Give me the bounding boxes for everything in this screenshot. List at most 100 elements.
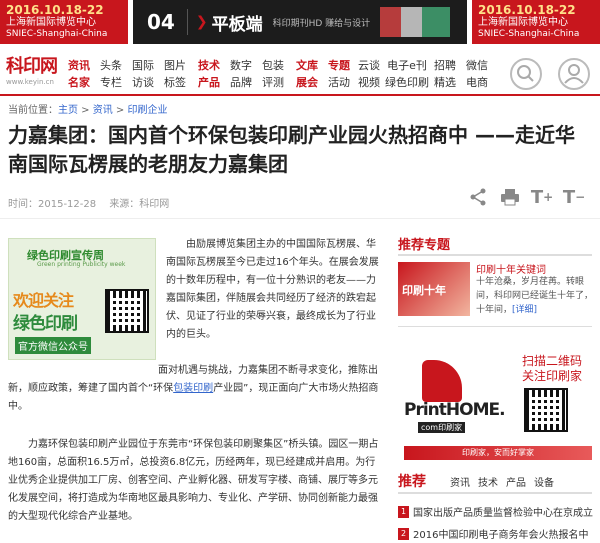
article-paragraph-3: 力嘉环保包装印刷产业园位于东莞市“环保包装印刷聚集区”桥头镇。园区一期占地160… [8, 439, 379, 522]
topic-header-label: 推荐专题 [398, 238, 451, 253]
printhome-slogan: 印刷家，安而好掌家 [404, 446, 592, 460]
nav-item[interactable]: 专题 [322, 57, 356, 74]
tablet-ad[interactable]: 04 ❯ 平板端 科印期刊HD 赚给与设计 [133, 0, 467, 44]
divider [398, 326, 592, 327]
printhome-brand: PrintHOME. [404, 400, 506, 420]
ad-number: 04 [133, 9, 188, 35]
ad-line2: 绿色印刷 [13, 314, 78, 334]
nav-item[interactable]: 评测 [256, 74, 290, 91]
list-item[interactable]: 1 国家出版产品质量监督检验中心在京成立 [398, 504, 596, 519]
nav-col-6: 数字 品牌 [224, 57, 258, 91]
nav-item[interactable]: 活动 [322, 74, 356, 91]
arrow-icon: ❯ [195, 14, 208, 30]
nav-item[interactable]: 品牌 [224, 74, 258, 91]
nav-item[interactable]: 招聘 [428, 57, 462, 74]
nav-item[interactable]: 头条 [94, 57, 128, 74]
print-icon[interactable] [494, 186, 526, 208]
nav-item[interactable]: 电子e刊 [382, 57, 432, 74]
nav-item[interactable]: 产品 [192, 74, 226, 91]
tab-tech[interactable]: 技术 [478, 474, 498, 489]
article-time: 时间：2015-12-28 [8, 199, 97, 210]
nav-item[interactable]: 包装 [256, 57, 290, 74]
nav-item[interactable]: 展会 [290, 74, 324, 91]
nav-col-3: 国际 访谈 [126, 57, 160, 91]
topic-title[interactable]: 印刷十年关键词 [476, 261, 546, 276]
divider [0, 218, 600, 219]
nav-item[interactable]: 电商 [460, 74, 494, 91]
nav-item[interactable]: 精选 [428, 74, 462, 91]
green-print-ad[interactable]: 绿色印刷宣传周 Green printing Publicity week 欢迎… [8, 238, 156, 360]
packaging-printing-link[interactable]: 包装印刷 [173, 383, 213, 394]
expo-place: SNIEC-Shanghai-China [6, 29, 108, 39]
logo-url: www.keyin.cn [6, 78, 54, 86]
expo-date: 2016.10.18-22 [6, 3, 104, 17]
nav-item[interactable]: 视频 [352, 74, 386, 91]
rank-badge: 2 [398, 527, 409, 540]
nav-item[interactable]: 专栏 [94, 74, 128, 91]
nav-item[interactable]: 绿色印刷 [382, 74, 432, 91]
nav-col-5: 技术 产品 [192, 57, 226, 91]
ad-thumbnails [380, 7, 451, 37]
nav-item[interactable]: 国际 [126, 57, 160, 74]
list-item[interactable]: 2 2016中国印刷电子商务年会火热报名中 [398, 526, 596, 541]
breadcrumb-home[interactable]: 主页 [58, 105, 78, 116]
site-logo[interactable]: 科印网 www.keyin.cn [6, 56, 62, 87]
topic-image[interactable]: 印刷十年 [398, 262, 470, 316]
nav-col-4: 图片 标签 [158, 57, 192, 91]
expo-place: SNIEC-Shanghai-China [478, 29, 580, 39]
tab-product[interactable]: 产品 [506, 474, 526, 489]
article-paragraph-1: 由励展博览集团主办的中国国际瓦楞展、华南国际瓦楞展至今已走过16个年头。在展会发… [166, 239, 379, 340]
recommend-tabs: 推荐 资讯 技术 产品 设备 [398, 470, 592, 494]
nav-col-2: 头条 专栏 [94, 57, 128, 91]
article-source: 来源：科印网 [109, 199, 170, 210]
ad-line1: 欢迎关注 [13, 291, 74, 310]
font-decrease-icon[interactable]: T − [558, 186, 590, 208]
user-icon[interactable] [558, 58, 590, 90]
article-meta: 时间：2015-12-28 来源：科印网 [8, 195, 169, 210]
printhome-logo[interactable]: PrintHOME. com印刷家 [404, 360, 512, 442]
recommend-header: 推荐 [398, 474, 426, 490]
ad-line3: 官方微信公众号 [15, 337, 91, 354]
expo-ad-right[interactable]: 2016.10.18-22 上海新国际博览中心 SNIEC-Shanghai-C… [472, 0, 600, 44]
nav-col-13: 微信 电商 [460, 57, 494, 91]
printhome-com: com印刷家 [418, 422, 466, 433]
breadcrumb-sep: > [78, 105, 93, 116]
expo-ad-left[interactable]: 2016.10.18-22 上海新国际博览中心 SNIEC-Shanghai-C… [0, 0, 128, 44]
topic-more-link[interactable]: [详细] [512, 305, 537, 315]
nav-item[interactable]: 数字 [224, 57, 258, 74]
topic-header: 推荐专题 [398, 234, 592, 256]
nav-col-12: 招聘 精选 [428, 57, 462, 91]
expo-date: 2016.10.18-22 [478, 3, 576, 17]
nav-item[interactable]: 微信 [460, 57, 494, 74]
article-tools: T + T − [462, 186, 590, 208]
nav-col-11: 电子e刊 绿色印刷 [382, 57, 432, 91]
topic-summary: 十年沧桑，岁月荏苒。转眼间，科印网已经诞生十年了，十年间，[详细] [476, 275, 594, 317]
nav-item[interactable]: 访谈 [126, 74, 160, 91]
tab-equipment[interactable]: 设备 [534, 474, 554, 489]
scan-prompt: 扫描二维码 关注印刷家 [522, 354, 582, 384]
search-icon[interactable] [510, 58, 542, 90]
nav-item[interactable]: 图片 [158, 57, 192, 74]
nav-item[interactable]: 名家 [62, 74, 96, 91]
tab-news[interactable]: 资讯 [450, 474, 470, 489]
nav-item[interactable]: 标签 [158, 74, 192, 91]
breadcrumb-news[interactable]: 资讯 [93, 105, 113, 116]
breadcrumb-category[interactable]: 印刷企业 [128, 105, 168, 116]
expo-title: 上海新国际博览中心 [478, 17, 568, 28]
article-title: 力嘉集团：国内首个环保包装印刷产业园火热招商中 ——走近华南国际瓦楞展的老朋友力… [8, 123, 575, 176]
nav-item[interactable]: 资讯 [62, 57, 96, 74]
printhome-mark [422, 360, 462, 402]
breadcrumb-sep: > [112, 105, 128, 116]
share-icon[interactable] [462, 186, 494, 208]
nav-item[interactable]: 技术 [192, 57, 226, 74]
nav-item[interactable]: 云谈 [352, 57, 386, 74]
nav-item[interactable]: 文库 [290, 57, 324, 74]
font-increase-icon[interactable]: T + [526, 186, 558, 208]
topic-image-text: 印刷十年 [402, 284, 446, 297]
ad-subheader: Green printing Publicity week [37, 261, 126, 268]
expo-title: 上海新国际博览中心 [6, 17, 96, 28]
nav-col-10: 云谈 视频 [352, 57, 386, 91]
nav-col-1: 资讯 名家 [62, 57, 96, 91]
qr-code [524, 388, 568, 432]
breadcrumb: 当前位置：主页 > 资讯 > 印刷企业 [8, 101, 168, 116]
